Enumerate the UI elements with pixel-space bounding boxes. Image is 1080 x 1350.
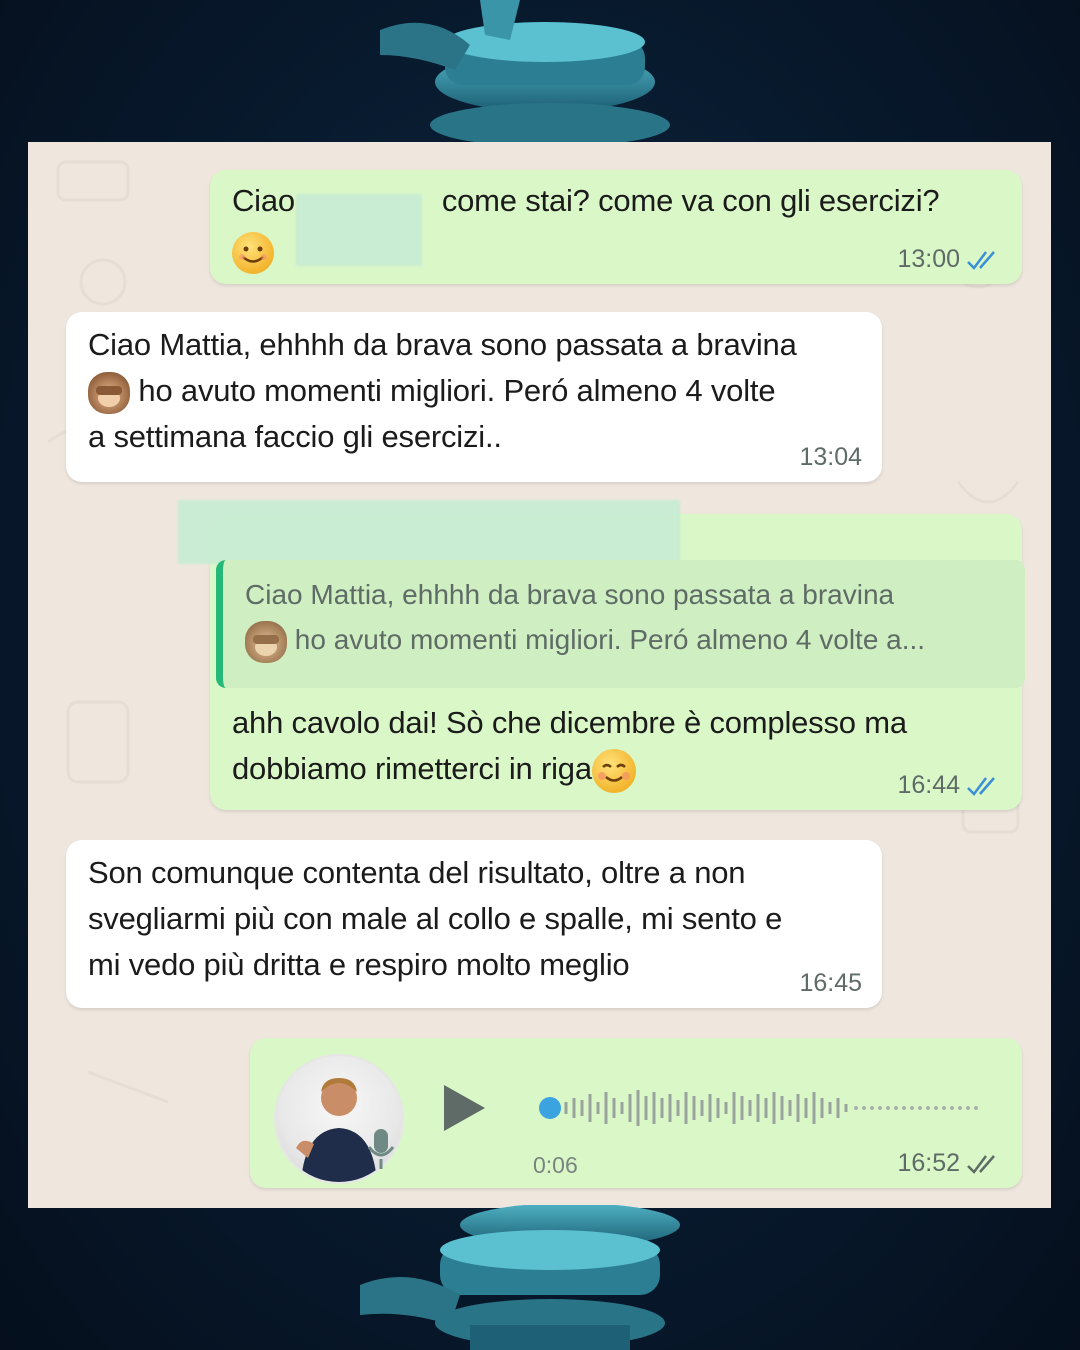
audio-waveform-slider[interactable] (536, 1088, 981, 1128)
redacted-sender (178, 500, 680, 564)
message-bubble-outgoing[interactable]: Ciao come stai? come va con gli esercizi… (210, 170, 1022, 284)
smiling-face-emoji (232, 232, 274, 274)
quoted-message[interactable]: Ciao Mattia, ehhhh da brava sono passata… (216, 560, 1025, 688)
message-time: 13:00 (897, 245, 960, 273)
play-icon[interactable] (440, 1082, 488, 1134)
redacted-name (296, 194, 422, 266)
blushing-face-emoji (591, 748, 636, 793)
spine-illustration-bottom (360, 1205, 680, 1350)
message-time: 16:44 (897, 771, 960, 799)
message-bubble-incoming[interactable]: Ciao Mattia, ehhhh da brava sono passata… (66, 312, 882, 482)
message-text: Ciao (232, 183, 295, 218)
quoted-text: ho avuto momenti migliori. Peró almeno 4… (294, 624, 926, 655)
message-time: 16:52 (897, 1149, 960, 1177)
see-no-evil-monkey-emoji (88, 371, 130, 414)
voice-duration: 0:06 (533, 1152, 578, 1178)
message-text: svegliarmi più con male al collo e spall… (88, 901, 783, 936)
message-text: Son comunque contenta del risultato, olt… (88, 855, 746, 890)
double-check-icon (967, 250, 995, 270)
message-bubble-incoming[interactable]: Son comunque contenta del risultato, olt… (66, 840, 882, 1008)
message-text: come stai? come va con gli esercizi? (441, 183, 940, 218)
message-text: ho avuto momenti migliori. Peró almeno 4… (138, 373, 776, 408)
message-time: 16:45 (799, 969, 862, 997)
chat-conversation[interactable]: Ciao come stai? come va con gli esercizi… (28, 142, 1051, 1208)
double-check-icon (967, 776, 995, 796)
message-text: Ciao Mattia, ehhhh da brava sono passata… (88, 327, 797, 362)
double-check-icon (967, 1154, 995, 1174)
spine-illustration-top (380, 0, 670, 147)
message-time: 13:04 (799, 443, 862, 471)
message-text: a settimana faccio gli esercizi.. (88, 419, 502, 454)
message-text: mi vedo più dritta e respiro molto megli… (88, 947, 630, 982)
see-no-evil-monkey-emoji (245, 620, 287, 663)
quoted-text: Ciao Mattia, ehhhh da brava sono passata… (245, 579, 895, 610)
message-text: ahh cavolo dai! Sò che dicembre è comple… (232, 705, 907, 740)
message-text: dobbiamo rimetterci in riga (232, 751, 592, 786)
microphone-icon (367, 1129, 395, 1169)
